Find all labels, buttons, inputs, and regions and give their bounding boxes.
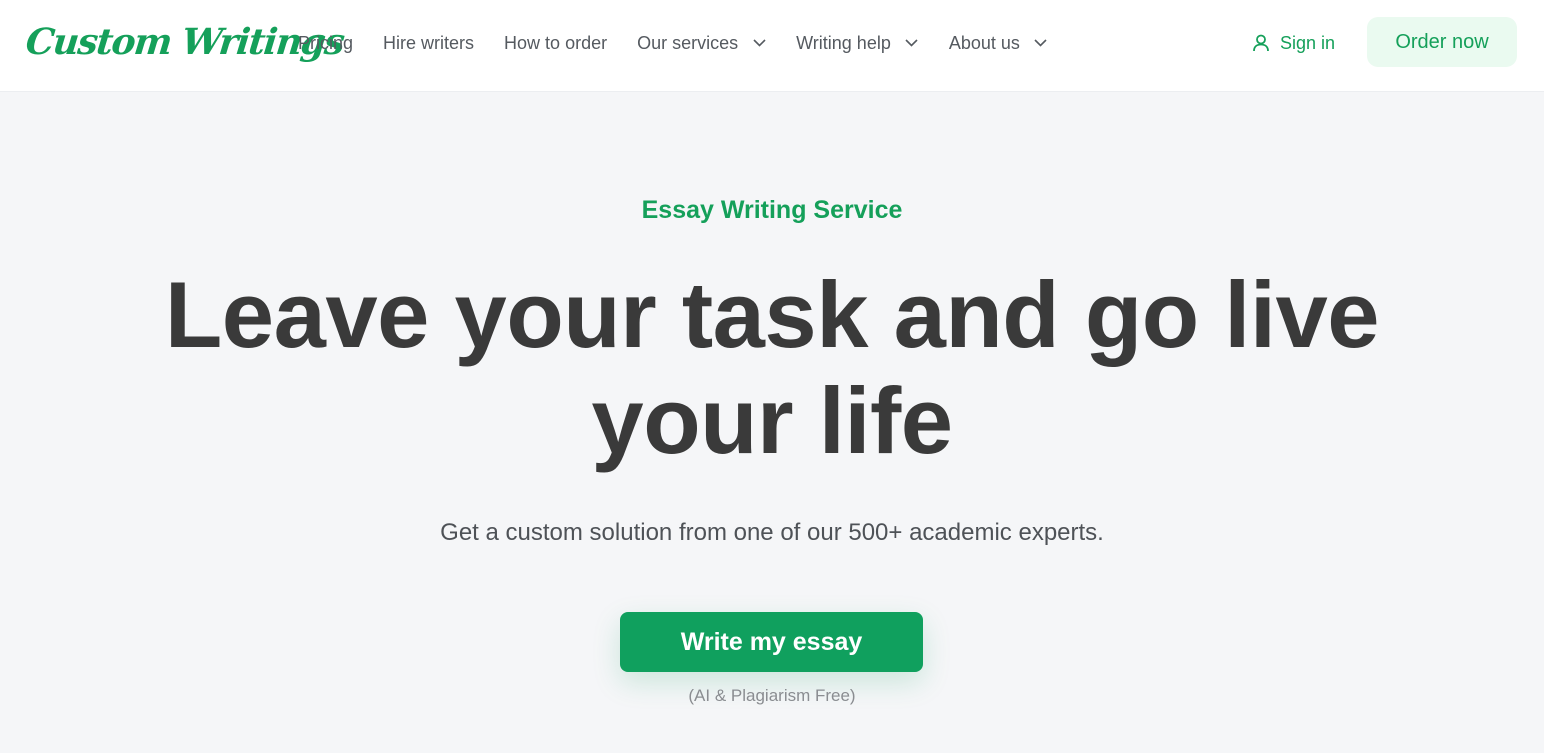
sign-in-label: Sign in <box>1280 32 1336 53</box>
site-header: Custom Writings Pricing Hire writers How… <box>0 0 1544 92</box>
nav-item-label: Pricing <box>298 32 354 53</box>
main-nav: Pricing Hire writers How to order Our se… <box>298 0 1078 86</box>
nav-item-writing-help[interactable]: Writing help <box>796 33 919 54</box>
hero-section: Essay Writing Service Leave your task an… <box>0 92 1544 753</box>
nav-item-hire-writers[interactable]: Hire writers <box>383 33 474 54</box>
nav-item-our-services[interactable]: Our services <box>637 33 766 54</box>
hero-headline: Leave your task and go live your life <box>164 262 1380 473</box>
order-now-button[interactable]: Order now <box>1367 17 1517 67</box>
nav-item-how-to-order[interactable]: How to order <box>504 33 607 54</box>
nav-item-about-us[interactable]: About us <box>949 33 1048 54</box>
chevron-down-icon <box>1034 36 1048 50</box>
user-icon <box>1252 34 1270 52</box>
hero-subtitle: Get a custom solution from one of our 50… <box>440 519 1104 546</box>
nav-item-pricing[interactable]: Pricing <box>298 33 353 54</box>
nav-item-label: How to order <box>504 32 608 53</box>
cta-note: (AI & Plagiarism Free) <box>688 686 856 705</box>
nav-item-label: Our services <box>637 32 739 53</box>
write-my-essay-button[interactable]: Write my essay <box>620 612 923 672</box>
chevron-down-icon <box>752 36 766 50</box>
chevron-down-icon <box>905 36 919 50</box>
hero-eyebrow: Essay Writing Service <box>641 196 903 224</box>
nav-item-label: About us <box>948 32 1020 53</box>
nav-item-label: Writing help <box>796 32 891 53</box>
sign-in-link[interactable]: Sign in <box>1252 28 1335 58</box>
nav-item-label: Hire writers <box>383 32 475 53</box>
